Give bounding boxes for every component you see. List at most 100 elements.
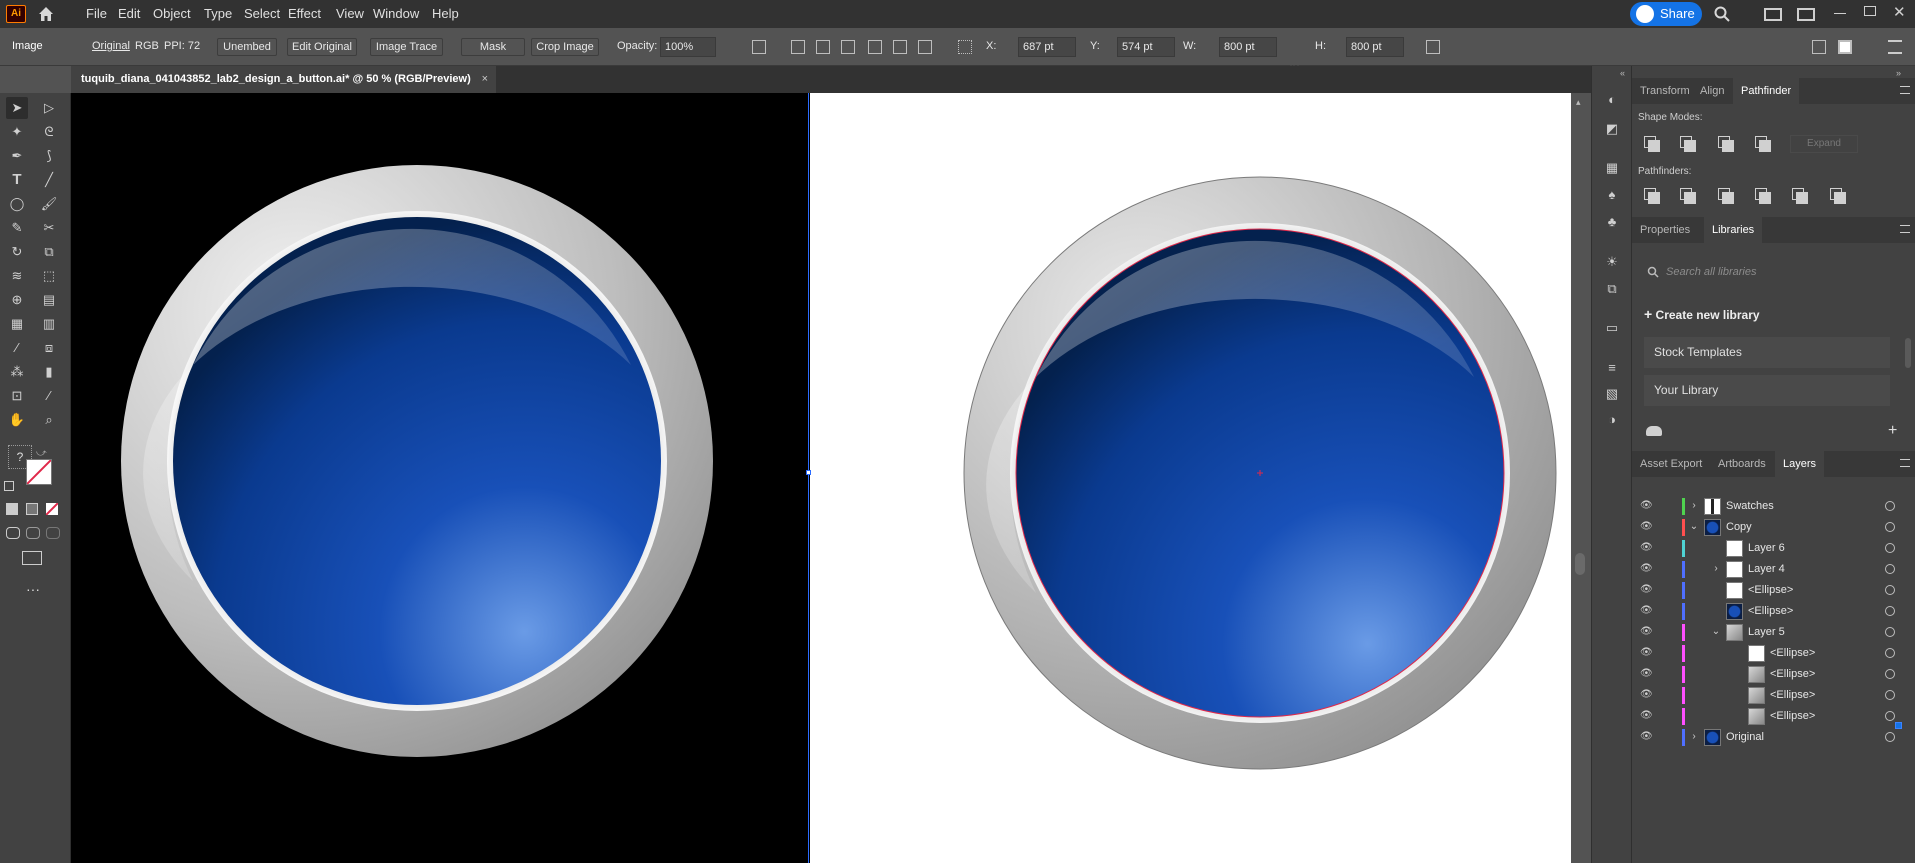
hand-tool-icon[interactable]: ✋ [6, 409, 28, 431]
reference-point-icon[interactable] [958, 40, 972, 54]
create-library-button[interactable]: + Create new library [1644, 306, 1844, 324]
mask-button[interactable]: Mask [461, 38, 525, 56]
visibility-eye-icon[interactable]: 👁 [1640, 605, 1654, 617]
zoom-tool-icon[interactable]: ⌕ [38, 409, 60, 431]
line-segment-tool-icon[interactable]: ╱ [38, 169, 60, 191]
unite-icon[interactable] [1642, 134, 1660, 152]
direct-selection-tool-icon[interactable]: ▷ [38, 97, 60, 119]
layer-row[interactable]: 👁 <Ellipse> [1632, 601, 1915, 622]
intersect-icon[interactable] [1716, 134, 1734, 152]
symbols-panel-icon[interactable]: ♣ [1603, 214, 1621, 230]
button-artwork-copy[interactable] [810, 93, 1571, 863]
outline-icon[interactable] [1790, 186, 1808, 204]
perspective-grid-tool-icon[interactable]: ▤ [38, 289, 60, 311]
color-panel-icon[interactable]: ◐ [1603, 92, 1621, 108]
gradient-mode-icon[interactable] [26, 503, 38, 515]
visibility-eye-icon[interactable]: 👁 [1640, 563, 1654, 575]
expand-arrow-icon[interactable]: › [1688, 730, 1700, 744]
comments-panel-icon[interactable]: ▭ [1603, 320, 1621, 336]
w-field[interactable]: 800 pt [1219, 37, 1277, 57]
x-field[interactable]: 687 pt [1018, 37, 1076, 57]
crop-icon[interactable] [1753, 186, 1771, 204]
restore-icon[interactable] [1864, 6, 1876, 16]
screen-mode-icon[interactable] [22, 551, 42, 565]
target-icon[interactable] [1885, 522, 1895, 532]
library-stock-templates[interactable]: Stock Templates [1644, 337, 1890, 368]
layer-row[interactable]: 👁 › Swatches [1632, 496, 1915, 517]
shaper-tool-icon[interactable]: ✎ [6, 217, 28, 239]
target-icon[interactable] [1885, 501, 1895, 511]
tab-artboards[interactable]: Artboards [1710, 451, 1774, 477]
layer-row[interactable]: 👁 ⌄ Layer 5 [1632, 622, 1915, 643]
layer-row[interactable]: 👁 › Original [1632, 727, 1915, 748]
color-guide-icon[interactable]: ◩ [1603, 121, 1621, 137]
cloud-icon[interactable] [1646, 426, 1662, 436]
swap-fill-stroke-icon[interactable]: ⤻ [36, 448, 48, 460]
type-tool-icon[interactable]: T [6, 169, 28, 191]
slice-tool-icon[interactable]: ⁄ [38, 385, 60, 407]
close-tab-icon[interactable]: × [482, 66, 488, 92]
workspace-icon[interactable] [1797, 8, 1815, 21]
menu-help[interactable]: Help [432, 6, 459, 21]
image-trace-button[interactable]: Image Trace [370, 38, 443, 56]
fill-swatch[interactable] [26, 459, 52, 485]
unembed-button[interactable]: Unembed [217, 38, 277, 56]
tab-layers[interactable]: Layers [1775, 451, 1825, 477]
collapse-arrow-icon[interactable]: ⌄ [1710, 625, 1722, 639]
magic-wand-tool-icon[interactable]: ✦ [6, 121, 28, 143]
tab-asset-export[interactable]: Asset Export [1632, 451, 1710, 477]
arrange-icon[interactable] [1812, 40, 1826, 54]
visibility-eye-icon[interactable]: 👁 [1640, 584, 1654, 596]
menu-object[interactable]: Object [153, 6, 191, 21]
curvature-tool-icon[interactable]: ⟆ [38, 145, 60, 167]
layer-row[interactable]: 👁 <Ellipse> [1632, 685, 1915, 706]
menu-edit[interactable]: Edit [118, 6, 140, 21]
layer-row[interactable]: 👁 <Ellipse> [1632, 664, 1915, 685]
target-icon[interactable] [1885, 669, 1895, 679]
collapse-panels-icon[interactable]: » [1896, 68, 1901, 78]
paintbrush-tool-icon[interactable]: 🖌 [38, 193, 60, 215]
exclude-icon[interactable] [1753, 134, 1771, 152]
visibility-eye-icon[interactable]: 👁 [1640, 710, 1654, 722]
collapse-icons-icon[interactable]: « [1620, 68, 1625, 78]
expand-button[interactable]: Expand [1790, 135, 1858, 153]
y-field[interactable]: 574 pt [1117, 37, 1175, 57]
scrollbar-thumb[interactable] [1575, 553, 1585, 575]
none-mode-icon[interactable] [45, 502, 59, 516]
visibility-eye-icon[interactable]: 👁 [1640, 647, 1654, 659]
library-your-library[interactable]: Your Library [1644, 375, 1890, 406]
tab-transform[interactable]: Transform [1632, 78, 1698, 104]
transform-icon[interactable] [1426, 40, 1440, 54]
ellipse-tool-icon[interactable]: ◯ [6, 193, 28, 215]
scale-tool-icon[interactable]: ⧉ [38, 241, 60, 263]
align-bottom-icon[interactable] [918, 40, 932, 54]
gradient-tool-icon[interactable]: ▥ [38, 313, 60, 335]
column-graph-tool-icon[interactable]: ▮ [38, 361, 60, 383]
arrange-documents-icon[interactable] [1764, 8, 1782, 21]
search-icon[interactable] [1714, 6, 1730, 22]
color-mode-icon[interactable] [6, 503, 18, 515]
selection-tool-icon[interactable]: ➤ [6, 97, 28, 119]
tab-libraries[interactable]: Libraries [1704, 217, 1763, 243]
rotate-tool-icon[interactable]: ↻ [6, 241, 28, 263]
edit-original-button[interactable]: Edit Original [287, 38, 357, 56]
divide-icon[interactable] [1642, 186, 1660, 204]
selection-handle[interactable] [806, 470, 811, 475]
selection-indicator[interactable] [1895, 722, 1902, 729]
brushes-panel-icon[interactable]: ♠ [1603, 187, 1621, 203]
symbol-sprayer-tool-icon[interactable]: ⁂ [6, 361, 28, 383]
blend-tool-icon[interactable]: ⧈ [38, 337, 60, 359]
menu-effect[interactable]: Effect [288, 6, 321, 21]
target-icon[interactable] [1885, 648, 1895, 658]
library-search-input[interactable]: Search all libraries [1642, 259, 1906, 285]
visibility-eye-icon[interactable]: 👁 [1640, 626, 1654, 638]
layer-row[interactable]: 👁 <Ellipse> [1632, 580, 1915, 601]
align-top-icon[interactable] [868, 40, 882, 54]
menu-select[interactable]: Select [244, 6, 280, 21]
target-icon[interactable] [1885, 543, 1895, 553]
menu-type[interactable]: Type [204, 6, 232, 21]
visibility-eye-icon[interactable]: 👁 [1640, 668, 1654, 680]
target-icon[interactable] [1885, 690, 1895, 700]
h-field[interactable]: 800 pt [1346, 37, 1404, 57]
layer-row[interactable]: 👁 <Ellipse> [1632, 643, 1915, 664]
